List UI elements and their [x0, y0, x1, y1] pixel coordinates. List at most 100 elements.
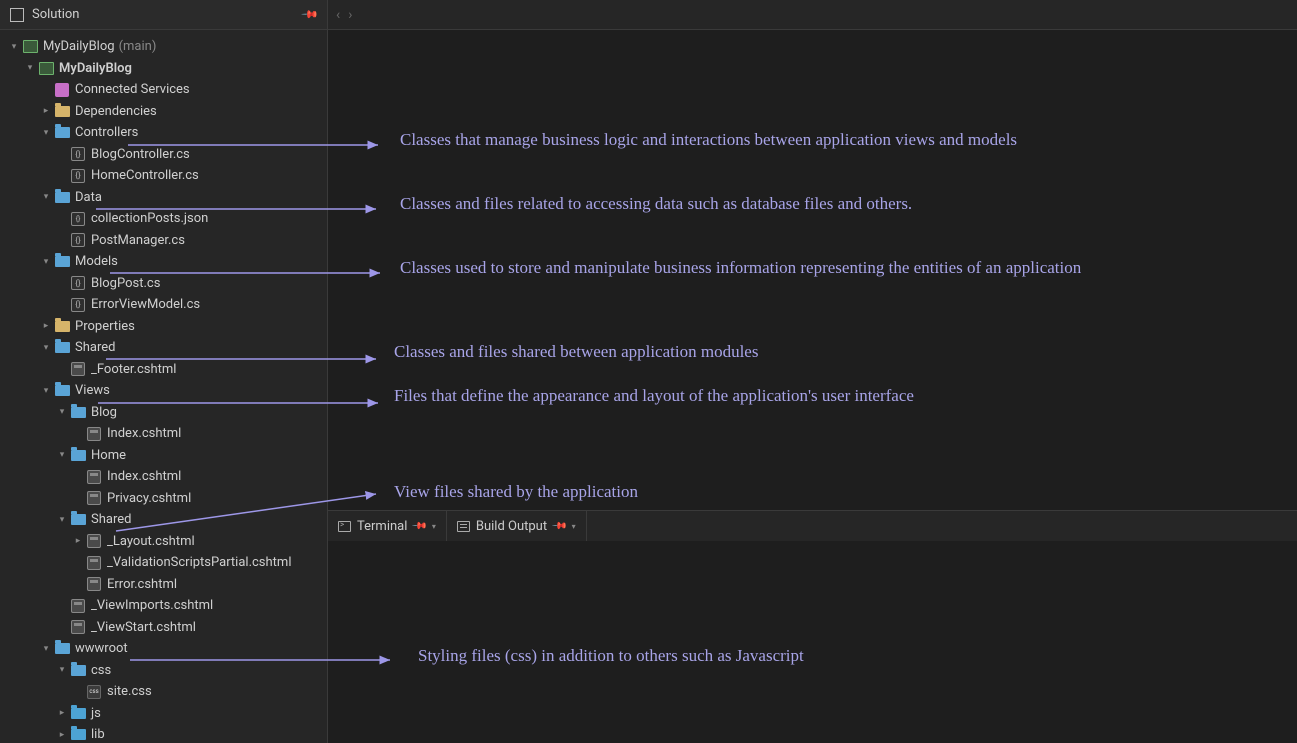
- cs-file-icon: {}: [70, 232, 86, 248]
- file-viewstart[interactable]: ▾ _ViewStart.cshtml: [0, 617, 327, 639]
- node-data[interactable]: ▾ Data: [0, 187, 327, 209]
- solution-icon: [22, 39, 38, 55]
- file-blogcontroller[interactable]: ▾ {} BlogController.cs: [0, 144, 327, 166]
- cs-file-icon: {}: [70, 168, 86, 184]
- chevron-down-icon[interactable]: ▾: [432, 522, 436, 531]
- node-wwwroot[interactable]: ▾ wwwroot: [0, 638, 327, 660]
- folder-open-icon: [54, 189, 70, 205]
- annotation-views: Files that define the appearance and lay…: [394, 386, 914, 406]
- build-output-icon: [457, 521, 470, 532]
- folder-open-icon: [54, 383, 70, 399]
- file-homecontroller[interactable]: ▾ {} HomeController.cs: [0, 165, 327, 187]
- node-views[interactable]: ▾ Views: [0, 380, 327, 402]
- chevron-down-icon[interactable]: ▾: [24, 63, 36, 73]
- pin-icon[interactable]: 📌: [411, 518, 428, 535]
- folder-open-icon: [70, 512, 86, 528]
- chevron-right-icon[interactable]: ▸: [56, 730, 68, 740]
- file-blog-index[interactable]: ▾ Index.cshtml: [0, 423, 327, 445]
- node-properties[interactable]: ▸ Properties: [0, 316, 327, 338]
- connected-services-icon: [54, 82, 70, 98]
- chevron-down-icon[interactable]: ▾: [40, 343, 52, 353]
- node-js[interactable]: ▸ js: [0, 703, 327, 725]
- file-blogpost[interactable]: ▾ {} BlogPost.cs: [0, 273, 327, 295]
- solution-node[interactable]: ▾ MyDailyBlog (main): [0, 36, 327, 58]
- file-errorviewmodel[interactable]: ▾ {} ErrorViewModel.cs: [0, 294, 327, 316]
- bottom-tabs: Terminal 📌 ▾ Build Output 📌 ▾: [328, 511, 1297, 541]
- chevron-right-icon[interactable]: ▸: [40, 106, 52, 116]
- chevron-down-icon[interactable]: ▾: [56, 665, 68, 675]
- cshtml-file-icon: [70, 361, 86, 377]
- folder-open-icon: [70, 447, 86, 463]
- folder-icon: [54, 318, 70, 334]
- css-file-icon: css: [86, 684, 102, 700]
- node-models[interactable]: ▾ Models: [0, 251, 327, 273]
- node-views-home[interactable]: ▾ Home: [0, 445, 327, 467]
- chevron-down-icon[interactable]: ▾: [56, 515, 68, 525]
- annotation-controllers: Classes that manage business logic and i…: [400, 130, 1017, 150]
- node-css[interactable]: ▾ css: [0, 660, 327, 682]
- chevron-down-icon[interactable]: ▾: [40, 644, 52, 654]
- cs-file-icon: {}: [70, 275, 86, 291]
- chevron-down-icon[interactable]: ▾: [40, 257, 52, 267]
- chevron-right-icon[interactable]: ▸: [56, 708, 68, 718]
- chevron-down-icon[interactable]: ▾: [40, 386, 52, 396]
- solution-panel: Solution 📌 ▾ MyDailyBlog (main) ▾ MyDail…: [0, 0, 328, 743]
- chevron-right-icon[interactable]: ▸: [72, 536, 84, 546]
- pin-icon[interactable]: 📌: [301, 5, 320, 24]
- cshtml-file-icon: [70, 619, 86, 635]
- folder-icon: [54, 103, 70, 119]
- file-collectionposts[interactable]: ▾ {} collectionPosts.json: [0, 208, 327, 230]
- annotation-wwwroot: Styling files (css) in addition to other…: [418, 646, 804, 666]
- node-dependencies[interactable]: ▸ Dependencies: [0, 101, 327, 123]
- bottom-panel: Terminal 📌 ▾ Build Output 📌 ▾: [328, 510, 1297, 743]
- cshtml-file-icon: [86, 533, 102, 549]
- cshtml-file-icon: [86, 576, 102, 592]
- tab-terminal[interactable]: Terminal 📌 ▾: [328, 511, 447, 541]
- pin-icon[interactable]: 📌: [551, 518, 568, 535]
- file-sitecss[interactable]: ▾ css site.css: [0, 681, 327, 703]
- node-controllers[interactable]: ▾ Controllers: [0, 122, 327, 144]
- folder-open-icon: [54, 340, 70, 356]
- chevron-right-icon[interactable]: ▸: [40, 321, 52, 331]
- folder-open-icon: [70, 404, 86, 420]
- folder-open-icon: [54, 125, 70, 141]
- nav-back-icon[interactable]: ‹: [336, 7, 340, 23]
- annotation-shared: Classes and files shared between applica…: [394, 342, 758, 362]
- node-lib[interactable]: ▸ lib: [0, 724, 327, 743]
- chevron-down-icon[interactable]: ▾: [572, 522, 576, 531]
- file-viewimports[interactable]: ▾ _ViewImports.cshtml: [0, 595, 327, 617]
- tab-build-output[interactable]: Build Output 📌 ▾: [447, 511, 587, 541]
- annotation-views-shared: View files shared by the application: [394, 482, 638, 502]
- chevron-down-icon[interactable]: ▾: [40, 128, 52, 138]
- node-shared[interactable]: ▾ Shared: [0, 337, 327, 359]
- chevron-down-icon[interactable]: ▾: [40, 192, 52, 202]
- file-footer[interactable]: ▾ _Footer.cshtml: [0, 359, 327, 381]
- solution-tree[interactable]: ▾ MyDailyBlog (main) ▾ MyDailyBlog ▾ Con…: [0, 30, 327, 743]
- cshtml-file-icon: [86, 426, 102, 442]
- file-layout[interactable]: ▸ _Layout.cshtml: [0, 531, 327, 553]
- annotation-data: Classes and files related to accessing d…: [400, 194, 912, 214]
- solution-label: MyDailyBlog: [43, 39, 115, 54]
- node-views-shared[interactable]: ▾ Shared: [0, 509, 327, 531]
- chevron-down-icon[interactable]: ▾: [56, 407, 68, 417]
- editor-content: Classes that manage business logic and i…: [328, 30, 1297, 510]
- project-node[interactable]: ▾ MyDailyBlog: [0, 58, 327, 80]
- folder-open-icon: [70, 662, 86, 678]
- file-error-view[interactable]: ▾ Error.cshtml: [0, 574, 327, 596]
- project-label: MyDailyBlog: [59, 61, 132, 76]
- solution-panel-icon: [10, 8, 24, 22]
- file-validationscripts[interactable]: ▾ _ValidationScriptsPartial.cshtml: [0, 552, 327, 574]
- file-home-index[interactable]: ▾ Index.cshtml: [0, 466, 327, 488]
- chevron-down-icon[interactable]: ▾: [8, 42, 20, 52]
- chevron-down-icon[interactable]: ▾: [56, 450, 68, 460]
- node-connected-services[interactable]: ▾ Connected Services: [0, 79, 327, 101]
- folder-open-icon: [54, 254, 70, 270]
- node-views-blog[interactable]: ▾ Blog: [0, 402, 327, 424]
- nav-forward-icon[interactable]: ›: [348, 7, 352, 23]
- json-file-icon: {}: [70, 211, 86, 227]
- file-postmanager[interactable]: ▾ {} PostManager.cs: [0, 230, 327, 252]
- folder-open-icon: [54, 641, 70, 657]
- folder-icon: [70, 727, 86, 743]
- cshtml-file-icon: [86, 490, 102, 506]
- file-privacy[interactable]: ▾ Privacy.cshtml: [0, 488, 327, 510]
